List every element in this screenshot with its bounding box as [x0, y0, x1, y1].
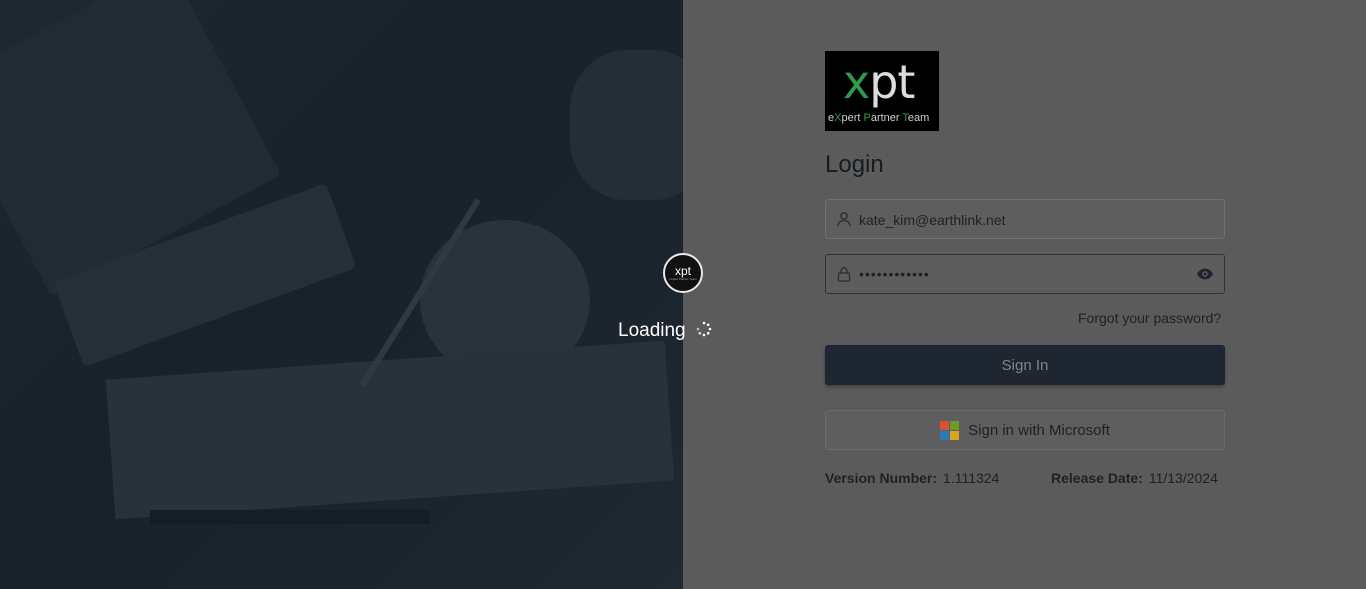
release-value: 11/13/2024: [1148, 470, 1218, 486]
login-page: xpt eXpert Partner Team Login kate_kim@e…: [0, 0, 1366, 589]
release-info: Release Date: 11/13/2024: [1051, 470, 1218, 486]
password-field[interactable]: ••••••••••••: [825, 254, 1225, 294]
logo-mark: xpt: [843, 55, 915, 109]
eye-icon[interactable]: [1196, 267, 1214, 281]
lock-icon: [837, 267, 851, 282]
microsoft-logo-icon: [940, 420, 960, 440]
version-info: Version Number: 1.111324: [825, 470, 999, 486]
version-value: 1.111324: [943, 470, 1000, 486]
microsoft-button-label: Sign in with Microsoft: [968, 421, 1110, 439]
photo-overlay: [0, 0, 683, 589]
spinner-icon: [696, 321, 712, 337]
background-photo-panel: [0, 0, 683, 589]
email-field[interactable]: kate_kim@earthlink.net: [825, 199, 1225, 239]
loading-text: Loading: [618, 320, 686, 341]
company-logo: xpt eXpert Partner Team: [825, 51, 939, 131]
user-icon: [837, 212, 851, 227]
loader-logo-text: xpt: [674, 264, 691, 278]
loader-logo: xpt eXpert Partner Team: [663, 253, 703, 293]
sign-in-microsoft-button[interactable]: Sign in with Microsoft: [825, 410, 1225, 450]
password-value: ••••••••••••: [859, 266, 930, 282]
logo-tagline: eXpert Partner Team: [828, 112, 930, 124]
forgot-password-link[interactable]: Forgot your password?: [1078, 310, 1221, 326]
loader-logo-subtext: eXpert Partner Team: [669, 277, 697, 281]
login-panel: xpt eXpert Partner Team Login kate_kim@e…: [683, 0, 1366, 589]
email-value: kate_kim@earthlink.net: [859, 212, 1006, 228]
release-label: Release Date:: [1051, 470, 1143, 486]
login-title: Login: [825, 151, 884, 178]
version-label: Version Number:: [825, 470, 938, 486]
sign-in-button[interactable]: Sign In: [825, 345, 1225, 385]
